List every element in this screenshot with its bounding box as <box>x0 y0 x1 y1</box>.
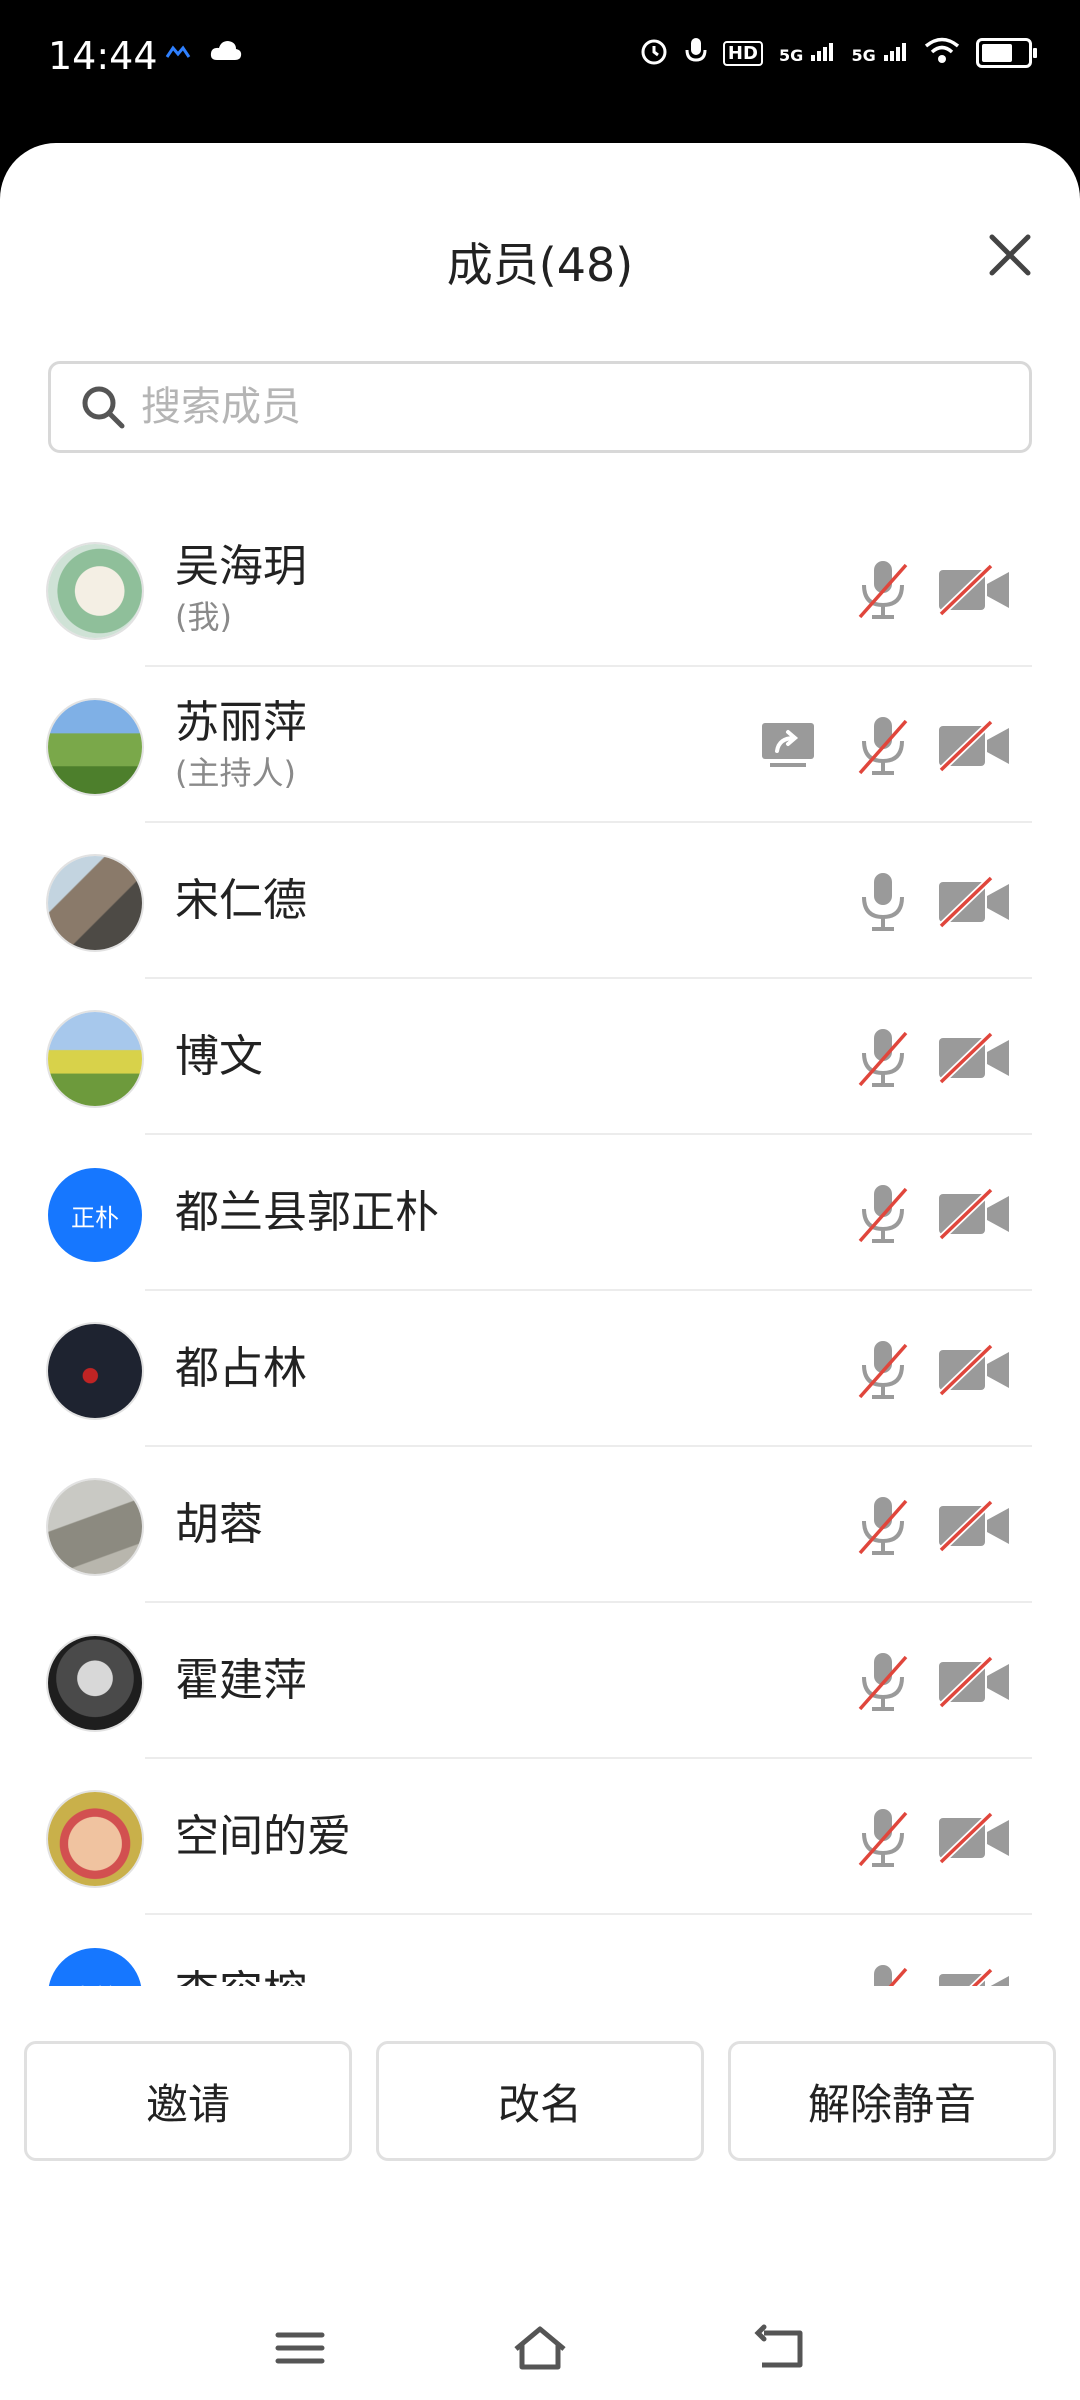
avatar: 正朴 <box>48 1168 142 1262</box>
mic-status-icon <box>685 36 707 70</box>
member-row[interactable]: 都占林 <box>0 1291 1080 1447</box>
avatar <box>48 1480 142 1574</box>
search-box[interactable] <box>48 361 1032 453</box>
member-row[interactable]: 霍建萍 <box>0 1603 1080 1759</box>
camera-off-icon[interactable] <box>937 1655 1011 1709</box>
mic-muted-icon[interactable] <box>856 1337 910 1403</box>
battery-icon <box>976 38 1037 68</box>
member-row[interactable]: 吴海玥 (我) <box>0 511 1080 667</box>
5g-signal-icon: 5G <box>779 40 836 66</box>
avatar <box>48 1324 142 1418</box>
member-name: 李容榕 <box>175 1967 307 1986</box>
hd-icon: HD <box>722 40 763 66</box>
rename-button[interactable]: 改名 <box>376 2041 704 2161</box>
mic-muted-icon[interactable] <box>856 713 910 779</box>
avatar <box>48 700 142 794</box>
member-role: (主持人) <box>175 754 296 793</box>
member-name: 吴海玥 <box>175 541 307 593</box>
member-name: 空间的爱 <box>175 1810 351 1862</box>
action-bar: 邀请 改名 解除静音 <box>24 2041 1056 2161</box>
system-nav-bar <box>0 2293 1080 2393</box>
camera-off-icon[interactable] <box>937 1031 1011 1085</box>
member-name: 都占林 <box>175 1342 307 1394</box>
member-name: 都兰县郭正朴 <box>175 1186 439 1238</box>
close-icon <box>989 234 1031 276</box>
avatar: 容榕 <box>48 1948 142 1986</box>
avatar <box>48 544 142 638</box>
close-button[interactable] <box>980 225 1040 285</box>
back-icon[interactable] <box>750 2323 810 2373</box>
screen-share-icon <box>760 721 816 771</box>
member-name: 宋仁德 <box>175 874 307 926</box>
alarm-icon <box>639 36 669 70</box>
member-row[interactable]: 胡蓉 <box>0 1447 1080 1603</box>
member-row[interactable]: 博文 <box>0 979 1080 1135</box>
camera-off-icon[interactable] <box>937 719 1011 773</box>
mic-muted-icon[interactable] <box>856 1493 910 1559</box>
member-list[interactable]: 吴海玥 (我) 苏丽萍 (主持人) 宋仁德 博文 正朴 都兰县郭正朴 都占林 胡蓉 <box>0 511 1080 1986</box>
search-input[interactable] <box>139 383 943 431</box>
home-icon[interactable] <box>510 2323 570 2373</box>
camera-off-icon[interactable] <box>937 1811 1011 1865</box>
member-name: 胡蓉 <box>175 1498 263 1550</box>
member-name: 霍建萍 <box>175 1654 307 1706</box>
camera-off-icon[interactable] <box>937 1187 1011 1241</box>
camera-off-icon[interactable] <box>937 1343 1011 1397</box>
avatar <box>48 856 142 950</box>
mic-muted-icon[interactable] <box>856 1961 910 1986</box>
member-row[interactable]: 宋仁德 <box>0 823 1080 979</box>
camera-off-icon[interactable] <box>937 875 1011 929</box>
member-name: 博文 <box>175 1030 263 1082</box>
mic-muted-icon[interactable] <box>856 1805 910 1871</box>
avatar <box>48 1792 142 1886</box>
mic-muted-icon[interactable] <box>856 557 910 623</box>
avatar <box>48 1636 142 1730</box>
members-sheet: 成员(48) 吴海玥 (我) 苏丽萍 (主持人) 宋仁德 博文 正朴都兰县郭正朴 <box>0 143 1080 2400</box>
mic-muted-icon[interactable] <box>856 1649 910 1715</box>
cloud-icon <box>209 38 243 68</box>
status-time: 14:44 <box>48 34 158 78</box>
menu-icon[interactable] <box>270 2323 330 2373</box>
member-row[interactable]: 正朴 都兰县郭正朴 <box>0 1135 1080 1291</box>
member-row[interactable]: 苏丽萍 (主持人) <box>0 667 1080 823</box>
member-name: 苏丽萍 <box>175 697 307 749</box>
status-bar: 14:44 HD 5G 5G <box>0 0 1080 140</box>
camera-off-icon[interactable] <box>937 1967 1011 1986</box>
mic-muted-icon[interactable] <box>856 1025 910 1091</box>
search-icon <box>82 386 125 429</box>
unmute-all-button[interactable]: 解除静音 <box>728 2041 1056 2161</box>
mic-icon[interactable] <box>856 869 910 935</box>
invite-button[interactable]: 邀请 <box>24 2041 352 2161</box>
camera-off-icon[interactable] <box>937 1499 1011 1553</box>
5g-signal-icon-2: 5G <box>851 40 908 66</box>
app-notification-icon <box>165 44 191 63</box>
camera-off-icon[interactable] <box>937 563 1011 617</box>
member-role: (我) <box>175 598 232 637</box>
member-row[interactable]: 容榕李容榕 <box>0 1915 1080 1986</box>
member-row[interactable]: 空间的爱 <box>0 1759 1080 1915</box>
mic-muted-icon[interactable] <box>856 1181 910 1247</box>
wifi-icon <box>924 37 960 69</box>
page-title: 成员(48) <box>446 238 634 292</box>
avatar <box>48 1012 142 1106</box>
